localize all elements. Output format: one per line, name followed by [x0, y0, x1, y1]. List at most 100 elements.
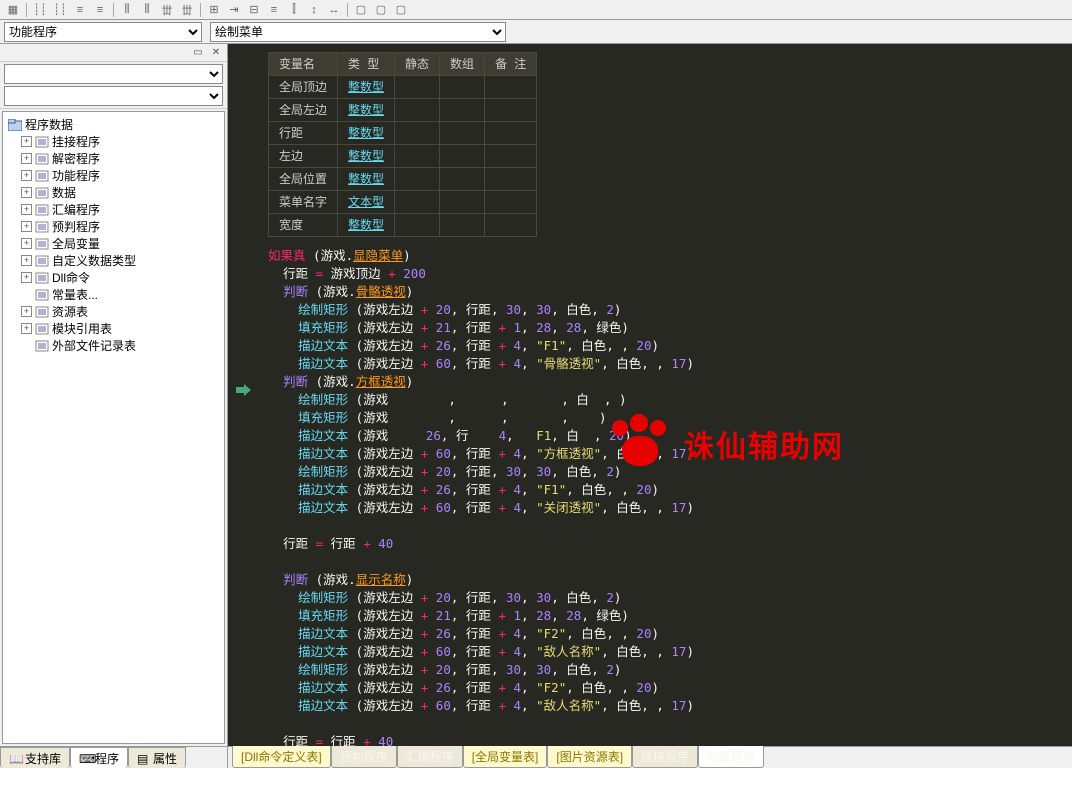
tab-support-lib[interactable]: 📖支持库: [0, 747, 70, 768]
expand-icon[interactable]: +: [21, 153, 32, 164]
code-line[interactable]: 描边文本 (游戏左边 + 26, 行距 + 4, "F2", 白色, , 20): [268, 625, 1072, 643]
code-line[interactable]: 描边文本 (游戏左边 + 60, 行距 + 4, "敌人名称", 白色, , 1…: [268, 697, 1072, 715]
tool-icon[interactable]: ↕: [305, 2, 323, 18]
code-line[interactable]: 绘制矩形 (游戏左边 + 20, 行距, 30, 30, 白色, 2): [268, 661, 1072, 679]
code-line[interactable]: 填充矩形 (游戏 , , , ): [268, 409, 1072, 427]
breakpoint-marker[interactable]: [228, 382, 258, 398]
type-link[interactable]: 整数型: [348, 149, 384, 163]
code-line[interactable]: 描边文本 (游戏左边 + 26, 行距 + 4, "F1", 白色, , 20): [268, 337, 1072, 355]
left-combo-1[interactable]: [4, 64, 223, 84]
type-link[interactable]: 整数型: [348, 218, 384, 232]
code-line[interactable]: [268, 517, 1072, 535]
var-row[interactable]: 菜单名字文本型: [269, 191, 537, 214]
code-line[interactable]: 判断 (游戏.显示名称): [268, 571, 1072, 589]
type-link[interactable]: 整数型: [348, 126, 384, 140]
expand-icon[interactable]: +: [21, 170, 32, 181]
tree-item[interactable]: +资源表: [5, 303, 222, 320]
code-line[interactable]: 判断 (游戏.骨骼透视): [268, 283, 1072, 301]
tool-icon[interactable]: ▢: [372, 2, 390, 18]
expand-icon[interactable]: +: [21, 136, 32, 147]
editor-tab[interactable]: 预判程序: [331, 746, 397, 768]
tool-icon[interactable]: ≡: [71, 2, 89, 18]
var-row[interactable]: 左边整数型: [269, 145, 537, 168]
expand-icon[interactable]: +: [21, 272, 32, 283]
code-line[interactable]: 描边文本 (游戏左边 + 60, 行距 + 4, "骨骼透视", 白色, , 1…: [268, 355, 1072, 373]
tool-icon[interactable]: ▢: [392, 2, 410, 18]
tab-program[interactable]: ⌨程序: [70, 747, 128, 768]
close-icon[interactable]: ✕: [209, 46, 223, 60]
var-row[interactable]: 全局位置整数型: [269, 168, 537, 191]
var-row[interactable]: 全局顶边整数型: [269, 76, 537, 99]
tree-item[interactable]: +汇编程序: [5, 201, 222, 218]
tree-item[interactable]: 常量表...: [5, 286, 222, 303]
project-tree[interactable]: 程序数据 +挂接程序+解密程序+功能程序+数据+汇编程序+预判程序+全局变量+自…: [2, 111, 225, 744]
code-line[interactable]: 行距 = 行距 + 40: [268, 535, 1072, 553]
var-row[interactable]: 全局左边整数型: [269, 99, 537, 122]
tool-icon[interactable]: ┊┊: [31, 2, 49, 18]
type-link[interactable]: 整数型: [348, 80, 384, 94]
expand-icon[interactable]: +: [21, 221, 32, 232]
function-select[interactable]: 绘制菜单: [210, 22, 506, 42]
code-line[interactable]: 判断 (游戏.方框透视): [268, 373, 1072, 391]
code-line[interactable]: 填充矩形 (游戏左边 + 21, 行距 + 1, 28, 28, 绿色): [268, 607, 1072, 625]
editor-tab[interactable]: [Dll命令定义表]: [232, 746, 331, 768]
expand-icon[interactable]: +: [21, 238, 32, 249]
expand-icon[interactable]: +: [21, 306, 32, 317]
tree-item[interactable]: +预判程序: [5, 218, 222, 235]
editor-tab[interactable]: [图片资源表]: [547, 746, 632, 768]
tool-icon[interactable]: ⊟: [245, 2, 263, 18]
left-combo-2[interactable]: [4, 86, 223, 106]
tree-item[interactable]: 外部文件记录表: [5, 337, 222, 354]
tool-icon[interactable]: ▢: [352, 2, 370, 18]
code-line[interactable]: 绘制矩形 (游戏左边 + 20, 行距, 30, 30, 白色, 2): [268, 589, 1072, 607]
var-row[interactable]: 行距整数型: [269, 122, 537, 145]
module-select[interactable]: 功能程序: [4, 22, 202, 42]
type-link[interactable]: 整数型: [348, 103, 384, 117]
code-line[interactable]: [268, 715, 1072, 733]
editor-tab[interactable]: 汇编程序: [397, 746, 463, 768]
editor-tab[interactable]: 挂接程序: [632, 746, 698, 768]
code-line[interactable]: 行距 = 行距 + 40: [268, 733, 1072, 746]
tree-item[interactable]: +模块引用表: [5, 320, 222, 337]
code-line[interactable]: 行距 = 游戏顶边 + 200: [268, 265, 1072, 283]
tool-icon[interactable]: ▦: [4, 2, 22, 18]
code-line[interactable]: 绘制矩形 (游戏 , , , 白 , ): [268, 391, 1072, 409]
expand-icon[interactable]: +: [21, 204, 32, 215]
tool-icon[interactable]: ≡: [265, 2, 283, 18]
tree-item[interactable]: +全局变量: [5, 235, 222, 252]
code-line[interactable]: 描边文本 (游戏左边 + 60, 行距 + 4, "关闭透视", 白色, , 1…: [268, 499, 1072, 517]
tree-item[interactable]: +功能程序: [5, 167, 222, 184]
expand-icon[interactable]: +: [21, 187, 32, 198]
code-editor[interactable]: 变量名类 型静态数组备 注 全局顶边整数型全局左边整数型行距整数型左边整数型全局…: [228, 44, 1072, 768]
tree-item[interactable]: +解密程序: [5, 150, 222, 167]
code-line[interactable]: 描边文本 (游戏 26, 行 4, F1, 白 , 20): [268, 427, 1072, 445]
code-line[interactable]: 绘制矩形 (游戏左边 + 20, 行距, 30, 30, 白色, 2): [268, 301, 1072, 319]
expand-icon[interactable]: +: [21, 255, 32, 266]
tab-properties[interactable]: ▤属性: [128, 747, 186, 768]
type-link[interactable]: 文本型: [348, 195, 384, 209]
tool-icon[interactable]: ⫼: [118, 2, 136, 18]
code-line[interactable]: 描边文本 (游戏左边 + 26, 行距 + 4, "F2", 白色, , 20): [268, 679, 1072, 697]
tool-icon[interactable]: ⫿: [285, 2, 303, 18]
doc-icon[interactable]: ▭: [191, 46, 205, 60]
editor-tab[interactable]: 功能程序: [698, 746, 764, 768]
tree-item[interactable]: +自定义数据类型: [5, 252, 222, 269]
tool-icon[interactable]: ⊞: [205, 2, 223, 18]
tree-item[interactable]: +数据: [5, 184, 222, 201]
type-link[interactable]: 整数型: [348, 172, 384, 186]
tool-icon[interactable]: ↔: [325, 2, 343, 18]
code-line[interactable]: [268, 553, 1072, 571]
tool-icon[interactable]: ≡: [91, 2, 109, 18]
tree-root[interactable]: 程序数据: [5, 116, 222, 133]
tree-item[interactable]: +挂接程序: [5, 133, 222, 150]
tool-icon[interactable]: 丗: [158, 2, 176, 18]
code-line[interactable]: 如果真 (游戏.显隐菜单): [268, 247, 1072, 265]
tool-icon[interactable]: 丗: [178, 2, 196, 18]
expand-icon[interactable]: +: [21, 323, 32, 334]
var-row[interactable]: 宽度整数型: [269, 214, 537, 237]
tree-item[interactable]: +Dll命令: [5, 269, 222, 286]
tool-icon[interactable]: ┊┊: [51, 2, 69, 18]
code-line[interactable]: 填充矩形 (游戏左边 + 21, 行距 + 1, 28, 28, 绿色): [268, 319, 1072, 337]
tool-icon[interactable]: ⫼: [138, 2, 156, 18]
code-line[interactable]: 描边文本 (游戏左边 + 60, 行距 + 4, "方框透视", 白色, , 1…: [268, 445, 1072, 463]
